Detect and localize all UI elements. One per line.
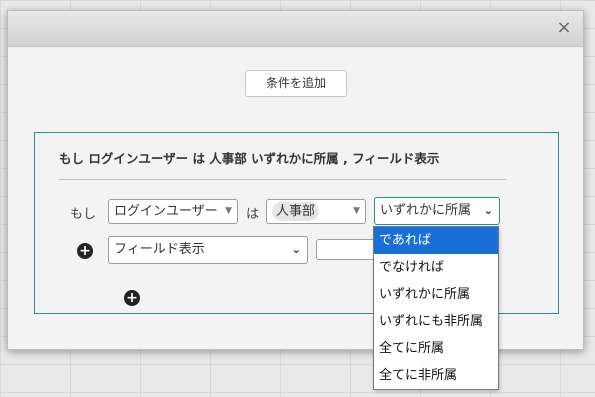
close-icon[interactable]: × xyxy=(555,19,573,37)
chevron-down-icon: ⌄ xyxy=(483,204,493,217)
add-action-icon[interactable]: + xyxy=(124,290,140,306)
operator-select-value: いずれかに所属 xyxy=(380,203,472,218)
operator-dropdown: であれば でなければ いずれかに所属 いずれにも非所属 全てに所属 全てに非所属 xyxy=(373,226,499,390)
department-select[interactable]: 人事部 ▼ xyxy=(266,199,366,224)
operator-option[interactable]: いずれにも非所属 xyxy=(374,308,498,335)
if-label: もし xyxy=(70,207,97,222)
add-condition-button[interactable]: 条件を追加 xyxy=(245,70,347,97)
caret-down-icon: ▼ xyxy=(225,206,232,216)
field-select[interactable]: ログインユーザー ▼ xyxy=(108,199,238,224)
dialog-titlebar: × xyxy=(8,11,583,47)
operator-select[interactable]: いずれかに所属 ⌄ xyxy=(374,197,500,225)
department-chip: 人事部 xyxy=(272,202,320,221)
operator-option[interactable]: いずれかに所属 xyxy=(374,281,498,308)
operator-option[interactable]: でなければ xyxy=(374,254,498,281)
caret-down-icon: ▼ xyxy=(353,206,360,216)
chevron-down-icon: ⌄ xyxy=(291,243,301,256)
add-row-icon[interactable]: + xyxy=(77,243,93,259)
divider xyxy=(59,179,506,180)
is-label: は xyxy=(246,207,260,222)
operator-option[interactable]: であれば xyxy=(374,227,498,254)
field-select-value: ログインユーザー xyxy=(114,204,218,219)
condition-summary: もし ログインユーザー は 人事部 いずれかに所属 , フィールド表示 xyxy=(59,151,440,166)
action-select[interactable]: フィールド表示 ⌄ xyxy=(108,236,308,264)
action-select-value: フィールド表示 xyxy=(114,242,205,257)
operator-option[interactable]: 全てに非所属 xyxy=(374,362,498,389)
operator-option[interactable]: 全てに所属 xyxy=(374,335,498,362)
